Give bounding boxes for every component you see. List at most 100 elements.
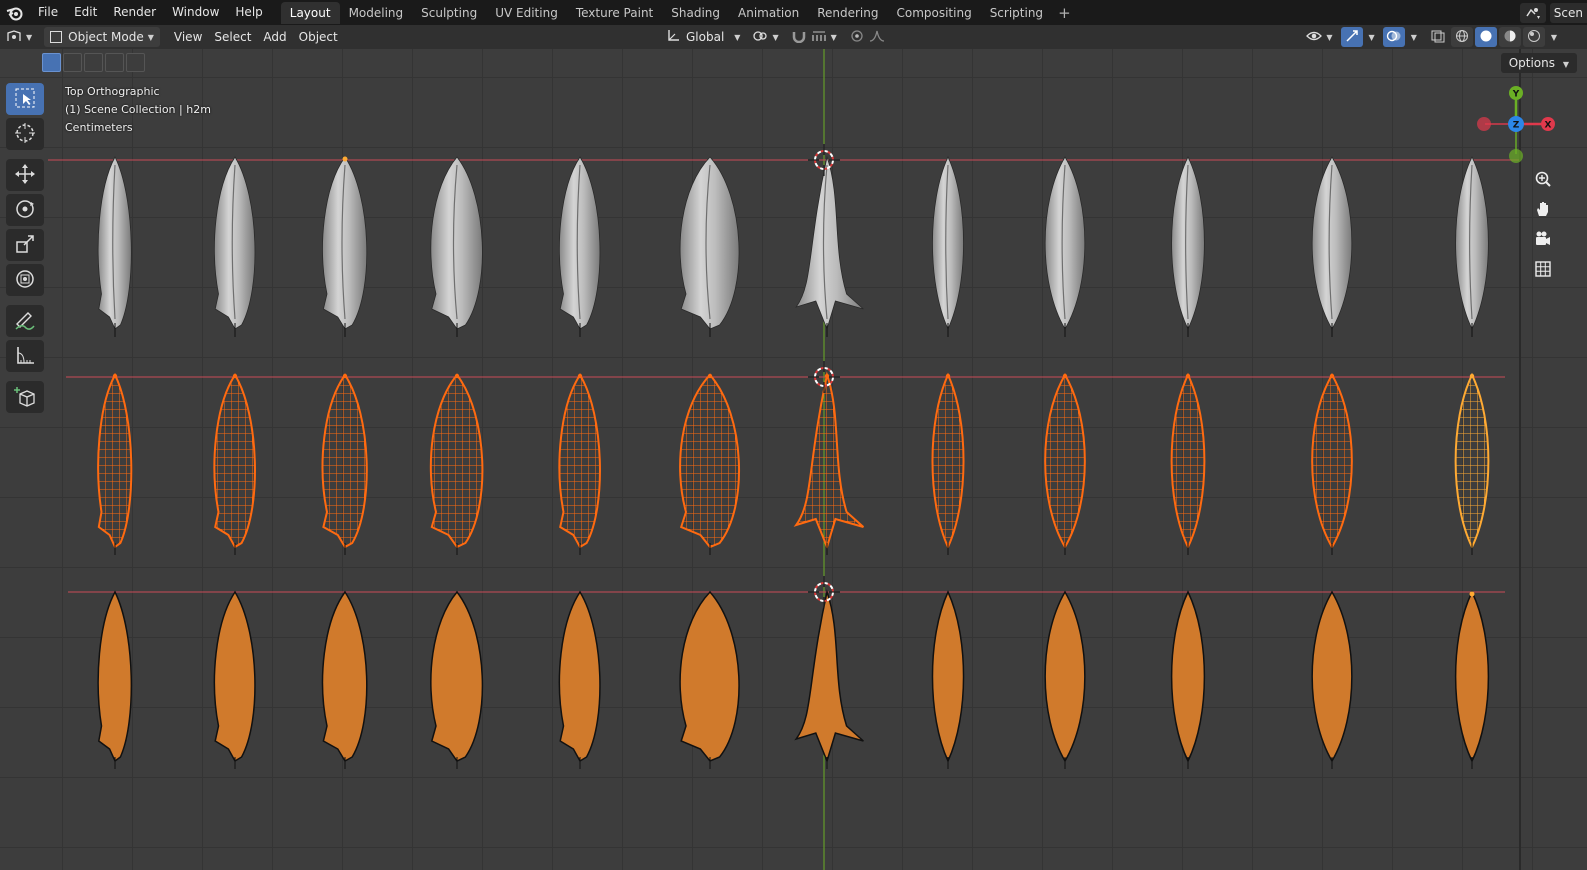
select-box-tool[interactable] xyxy=(6,83,44,115)
flat-leaf[interactable] xyxy=(931,590,965,769)
pan-button[interactable] xyxy=(1530,197,1556,223)
add-cube-tool[interactable] xyxy=(6,381,44,413)
visibility-dropdown[interactable]: ▼ xyxy=(1300,27,1338,47)
scene-icon[interactable]: ▾ xyxy=(1519,2,1546,23)
flat-leaf[interactable] xyxy=(1454,590,1490,769)
wireframe-leaf[interactable] xyxy=(429,373,484,555)
menu-file[interactable]: File xyxy=(30,0,66,25)
rotate-tool[interactable] xyxy=(6,194,44,226)
wireframe-leaf[interactable] xyxy=(321,373,368,555)
sculpted-leaf[interactable] xyxy=(1044,156,1086,337)
wireframe-leaf[interactable] xyxy=(931,372,965,555)
select-intersect-button[interactable] xyxy=(126,53,145,72)
snap-toggle[interactable]: ▼ xyxy=(785,27,843,47)
move-tool[interactable] xyxy=(6,159,44,191)
sculpted-leaf[interactable] xyxy=(932,156,964,337)
wireframe-leaf[interactable] xyxy=(97,372,133,555)
flat-leaf[interactable] xyxy=(794,589,864,769)
scene-name-field[interactable]: Scen xyxy=(1549,2,1587,23)
tab-layout[interactable]: Layout xyxy=(280,1,340,24)
flat-leaf[interactable] xyxy=(97,590,133,769)
menu-select[interactable]: Select xyxy=(208,27,257,47)
flat-leaf[interactable] xyxy=(213,590,256,769)
editor-type-button[interactable]: ▼ xyxy=(0,27,38,47)
shading-rendered[interactable] xyxy=(1522,27,1545,47)
sculpted-leaf[interactable] xyxy=(1311,156,1353,337)
flat-leaf[interactable] xyxy=(1311,590,1353,769)
select-new-button[interactable] xyxy=(42,53,61,72)
wireframe-leaf[interactable] xyxy=(1311,373,1353,555)
flat-leaf[interactable] xyxy=(679,590,740,769)
sculpted-leaf[interactable] xyxy=(1455,156,1489,337)
menu-add[interactable]: Add xyxy=(257,27,292,47)
sculpted-leaf[interactable] xyxy=(97,156,132,337)
tab-shading[interactable]: Shading xyxy=(662,2,729,24)
select-subtract-button[interactable] xyxy=(84,53,103,72)
tab-modeling[interactable]: Modeling xyxy=(340,2,413,24)
select-invert-button[interactable] xyxy=(105,53,124,72)
wireframe-leaf[interactable] xyxy=(1044,373,1086,555)
tab-sculpting[interactable]: Sculpting xyxy=(412,2,486,24)
chevron-down-icon[interactable]: ▼ xyxy=(1369,33,1375,42)
flat-leaf[interactable] xyxy=(321,590,368,769)
wireframe-leaf[interactable] xyxy=(213,373,256,555)
measure-tool[interactable] xyxy=(6,340,44,372)
shading-solid[interactable] xyxy=(1474,27,1497,47)
sculpted-leaf[interactable] xyxy=(1171,156,1205,337)
sculpted-leaf[interactable] xyxy=(795,155,864,337)
menu-window[interactable]: Window xyxy=(164,0,227,25)
flat-leaf[interactable] xyxy=(558,590,601,769)
zoom-button[interactable] xyxy=(1530,167,1556,193)
wireframe-leaf[interactable] xyxy=(1454,372,1490,555)
shading-material[interactable] xyxy=(1498,27,1521,47)
camera-view-button[interactable] xyxy=(1530,227,1556,253)
tab-uv-editing[interactable]: UV Editing xyxy=(486,2,567,24)
menu-object[interactable]: Object xyxy=(293,27,344,47)
overlays-toggle[interactable] xyxy=(1382,27,1405,47)
xray-toggle[interactable] xyxy=(1427,27,1449,47)
3d-viewport[interactable]: Options ▼ Top Orthographic (1) Scene Col… xyxy=(0,49,1587,870)
chevron-down-icon[interactable]: ▼ xyxy=(1411,33,1417,42)
proportional-editing-toggle[interactable] xyxy=(843,27,891,47)
svg-text:Y: Y xyxy=(1512,90,1520,100)
options-dropdown[interactable]: Options ▼ xyxy=(1500,53,1577,73)
menu-render[interactable]: Render xyxy=(105,0,164,25)
transform-orientation-dropdown[interactable]: Global ▼ xyxy=(660,27,746,47)
navigation-gizmo[interactable]: Y Z X xyxy=(1472,83,1562,173)
wireframe-leaf[interactable] xyxy=(558,373,601,555)
sculpted-leaf[interactable] xyxy=(430,156,483,337)
transform-tool[interactable] xyxy=(6,264,44,296)
chevron-down-icon[interactable]: ▼ xyxy=(1551,33,1557,42)
tab-animation[interactable]: Animation xyxy=(729,2,808,24)
perspective-toggle-button[interactable] xyxy=(1530,257,1556,283)
select-extend-button[interactable] xyxy=(63,53,82,72)
tab-texture-paint[interactable]: Texture Paint xyxy=(567,2,662,24)
tab-scripting[interactable]: Scripting xyxy=(981,2,1052,24)
flat-leaf[interactable] xyxy=(430,590,484,769)
wireframe-leaf[interactable] xyxy=(679,373,740,555)
menu-view[interactable]: View xyxy=(168,27,208,47)
blender-logo-icon[interactable] xyxy=(0,0,30,25)
annotate-tool[interactable] xyxy=(6,305,44,337)
gizmo-toggle[interactable] xyxy=(1340,27,1363,47)
menu-edit[interactable]: Edit xyxy=(66,0,105,25)
menu-help[interactable]: Help xyxy=(227,0,270,25)
shading-wireframe[interactable] xyxy=(1450,27,1473,47)
flat-leaf[interactable] xyxy=(1044,590,1086,769)
wireframe-leaf[interactable] xyxy=(1170,372,1206,555)
add-workspace-button[interactable]: + xyxy=(1052,4,1077,22)
tab-rendering[interactable]: Rendering xyxy=(808,2,887,24)
pivot-point-dropdown[interactable]: ▼ xyxy=(746,27,784,47)
mode-dropdown[interactable]: Object Mode ▼ xyxy=(44,27,160,47)
sculpted-leaf[interactable] xyxy=(322,156,368,337)
tab-compositing[interactable]: Compositing xyxy=(887,2,980,24)
scale-tool[interactable] xyxy=(6,229,44,261)
sculpted-leaf[interactable] xyxy=(214,156,256,337)
sculpted-leaf[interactable] xyxy=(559,156,601,337)
flat-leaf[interactable] xyxy=(1170,590,1206,769)
annotate-icon xyxy=(14,309,36,334)
selection-mode-buttons xyxy=(42,53,145,72)
sculpted-leaf[interactable] xyxy=(679,156,740,337)
wireframe-leaf[interactable] xyxy=(793,371,865,555)
cursor-tool[interactable] xyxy=(6,118,44,150)
